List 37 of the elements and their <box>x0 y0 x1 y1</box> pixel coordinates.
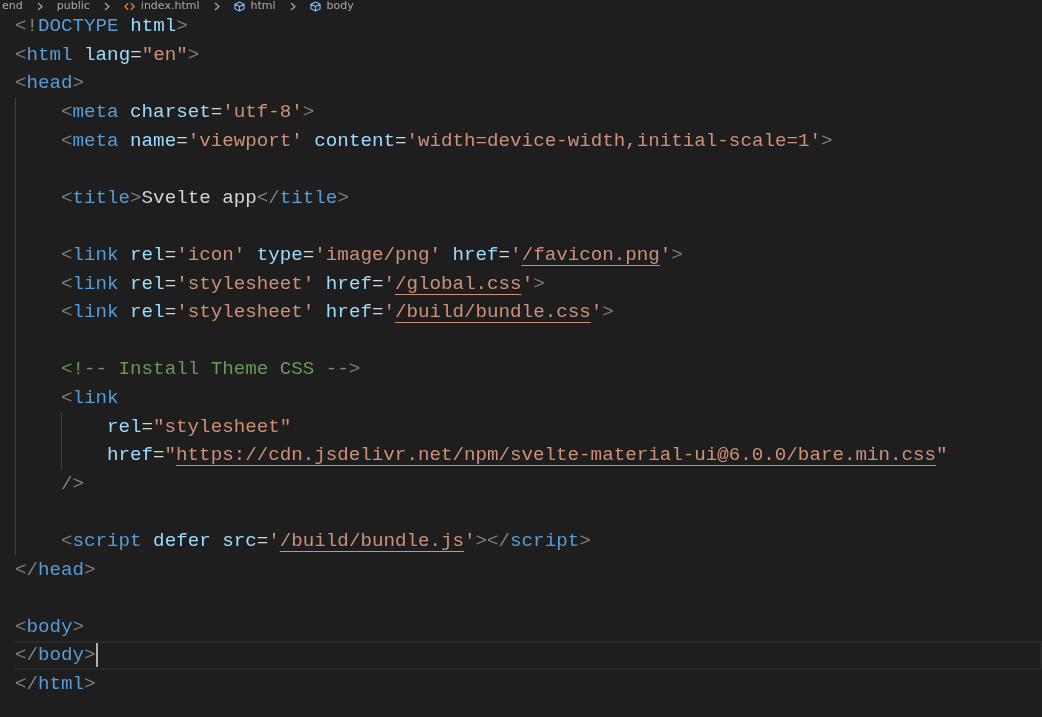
code-line: <head> <box>15 71 85 96</box>
code-line: <meta charset='utf-8'> <box>61 100 315 125</box>
code-line: /> <box>61 471 85 496</box>
code-line: <link rel='icon' type='image/png' href='/favicon.png'> <box>61 243 683 268</box>
link-text[interactable]: /global.css <box>394 272 522 295</box>
chevron-icon <box>36 1 43 11</box>
chevron-icon <box>213 1 220 11</box>
code-line: </head> <box>15 557 96 582</box>
code-line: rel="stylesheet" <box>107 414 292 439</box>
link-text[interactable]: /build/bundle.js <box>279 530 465 552</box>
code-line: <!DOCTYPE html> <box>15 14 188 39</box>
code-line: <link <box>61 386 119 410</box>
code-line: <title>Svelte app</title> <box>61 185 349 210</box>
chevron-icon <box>103 1 110 11</box>
link-text[interactable]: /build/bundle.css <box>394 301 591 324</box>
breadcrumb-item[interactable]: body <box>309 0 354 12</box>
code-line: href="https://cdn.jsdelivr.net/npm/svelte-material-ui@6.0.0/bare.min.css" <box>107 443 948 468</box>
code-line: </body> <box>15 643 96 668</box>
cube-icon <box>233 0 245 12</box>
code-line: <body> <box>15 614 85 639</box>
code-line: <meta name='viewport' content='width=device-width,initial-scale=1'> <box>61 128 833 153</box>
chevron-icon <box>289 1 296 11</box>
code-line: <link rel='stylesheet' href='/global.css'> <box>61 271 545 296</box>
code-line: </html> <box>15 671 96 696</box>
cube-icon <box>309 0 321 12</box>
code-line: <!-- Install Theme CSS --> <box>61 357 361 382</box>
code-line: <script defer src='/build/bundle.js'></script> <box>61 529 591 553</box>
code-line: <html lang="en"> <box>15 42 200 67</box>
breadcrumb-item[interactable]: public <box>56 0 90 12</box>
breadcrumb-item[interactable]: end <box>2 0 23 12</box>
breadcrumb-item[interactable]: html <box>233 0 276 12</box>
code-file-icon <box>123 0 135 12</box>
link-text[interactable]: https://cdn.jsdelivr.net/npm/svelte-material-ui@6.0.0/bare.min.css <box>176 444 937 467</box>
breadcrumb-item[interactable]: index.html <box>123 0 200 12</box>
link-text[interactable]: /favicon.png <box>521 244 660 267</box>
text-cursor <box>95 643 98 668</box>
code-line: <link rel='stylesheet' href='/build/bundle.css'> <box>61 300 614 325</box>
